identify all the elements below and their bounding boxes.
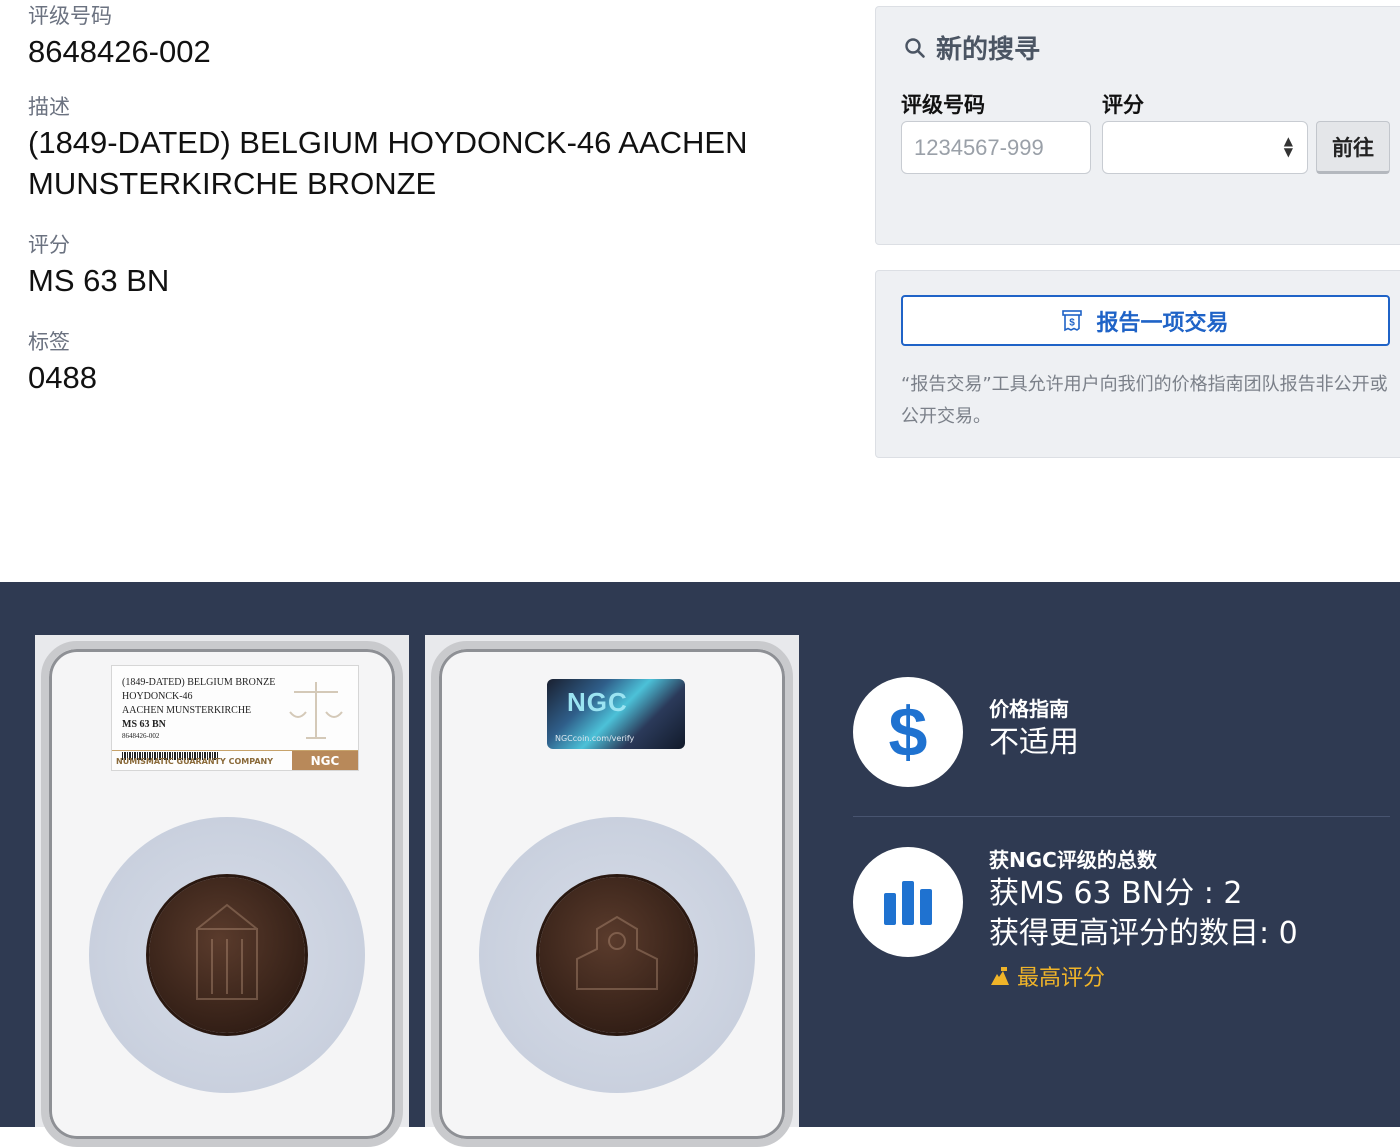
cert-number-input[interactable] (901, 121, 1091, 174)
coin-ring-back (479, 817, 755, 1093)
coin-image-front[interactable]: (1849-DATED) BELGIUM BRONZE HOYDONCK-46 … (35, 635, 409, 1147)
slab-label-text: (1849-DATED) BELGIUM BRONZE HOYDONCK-46 … (122, 676, 275, 741)
population-higher: 获得更高评分的数目: 0 (989, 916, 1298, 951)
population-label: 获NGC评级的总数 (989, 848, 1157, 872)
population-at-grade: 获MS 63 BN分 : 2 (989, 876, 1243, 911)
cert-number-label: 评级号码 (28, 4, 112, 28)
scale-watermark-icon (289, 682, 343, 739)
report-transaction-button[interactable]: $ 报告一项交易 (901, 295, 1390, 346)
top-section: 评级号码 8648426-002 描述 (1849-DATED) BELGIUM… (0, 0, 1400, 582)
church-relief-icon (196, 903, 258, 1000)
price-guide-value: 不适用 (989, 725, 1079, 760)
search-icon (905, 37, 925, 58)
report-description: “报告交易”工具允许用户向我们的价格指南团队报告非公开或公开交易。 (901, 374, 1388, 427)
go-button[interactable]: 前往 (1316, 121, 1390, 174)
coin-obverse (149, 877, 305, 1033)
description-value: (1849-DATED) BELGIUM HOYDONCK-46 AACHEN … (28, 125, 748, 201)
population-text: 获NGC评级的总数 获MS 63 BN分 : 2 获得更高评分的数目: 0 最高… (989, 846, 1298, 992)
bar-chart-icon (884, 881, 932, 925)
hologram-url: NGCcoin.com/verify (555, 734, 635, 743)
price-guide-text: 价格指南 不适用 (989, 695, 1079, 763)
label-type-label: 标签 (28, 330, 70, 354)
slab-label-footer: NUMISMATIC GUARANTY COMPANY NGC (112, 750, 358, 770)
grade-value: MS 63 BN (28, 263, 170, 298)
coin-details: 评级号码 8648426-002 描述 (1849-DATED) BELGIUM… (28, 0, 848, 398)
receipt-icon: $ (1062, 309, 1083, 331)
trophy-icon (991, 967, 1009, 985)
slab-label-line2: HOYDONCK-46 (122, 691, 193, 702)
slab-brand: NGC (292, 751, 358, 770)
coin-ring (89, 817, 365, 1093)
price-guide-circle: $ (853, 677, 963, 787)
cert-number-value: 8648426-002 (28, 34, 211, 69)
hologram-brand: NGC (567, 687, 628, 717)
slab-label-line1: (1849-DATED) BELGIUM BRONZE (122, 677, 276, 688)
ngc-hologram: NGC NGCcoin.com/verify (547, 679, 685, 749)
price-guide-label: 价格指南 (989, 697, 1069, 721)
label-type-value: 0488 (28, 360, 97, 395)
report-transaction-label: 报告一项交易 (1096, 310, 1229, 336)
slab-holder-back: NGC NGCcoin.com/verify (431, 641, 793, 1147)
coin-reverse (539, 877, 695, 1033)
dollar-icon: $ (888, 693, 928, 771)
select-arrows-icon: ▲ ▼ (1283, 134, 1293, 159)
new-search-title: 新的搜寻 (904, 29, 1040, 66)
slab-label-line5: 8648426-002 (122, 732, 160, 740)
grade-label: 评分 (28, 233, 70, 257)
new-search-panel: 新的搜寻 评级号码 评分 ▲▼ 前往 (875, 6, 1400, 245)
search-cert-label: 评级号码 (901, 93, 985, 117)
coin-image-back[interactable]: NGC NGCcoin.com/verify (425, 635, 799, 1147)
slab-holder: (1849-DATED) BELGIUM BRONZE HOYDONCK-46 … (41, 641, 403, 1147)
slab-label-line4: MS 63 BN (122, 719, 166, 730)
search-grade-label: 评分 (1102, 93, 1144, 117)
section-divider (853, 816, 1390, 817)
report-transaction-panel: $ 报告一项交易 “报告交易”工具允许用户向我们的价格指南团队报告非公开或公开交… (875, 270, 1400, 458)
description-label: 描述 (28, 95, 70, 119)
building-relief-icon (576, 915, 658, 990)
top-grade-link[interactable]: 最高评分 (989, 960, 1298, 992)
slab-company: NUMISMATIC GUARANTY COMPANY (116, 757, 274, 766)
grade-select[interactable]: ▲ ▼ (1102, 121, 1308, 174)
slab-label: (1849-DATED) BELGIUM BRONZE HOYDONCK-46 … (111, 665, 359, 771)
top-grade-label: 最高评分 (1017, 966, 1106, 991)
svg-text:$: $ (1070, 317, 1076, 328)
slab-label-line3: AACHEN MUNSTERKIRCHE (122, 705, 252, 716)
new-search-title-text: 新的搜寻 (936, 35, 1041, 65)
bottom-section: (1849-DATED) BELGIUM BRONZE HOYDONCK-46 … (0, 582, 1400, 1147)
population-circle (853, 847, 963, 957)
